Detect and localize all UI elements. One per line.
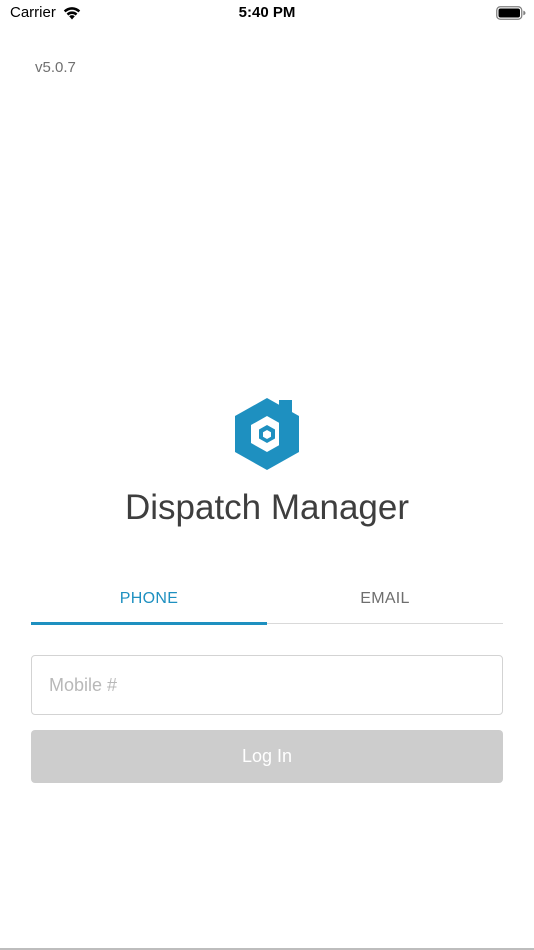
login-screen: Carrier 5:40 PM v5.0.7 Dispatch Manager … bbox=[0, 0, 534, 950]
version-label: v5.0.7 bbox=[35, 59, 76, 76]
status-bar: Carrier 5:40 PM bbox=[0, 0, 534, 28]
dispatch-logo-icon bbox=[235, 398, 299, 470]
login-button[interactable]: Log In bbox=[31, 730, 503, 783]
tab-email[interactable]: EMAIL bbox=[267, 574, 503, 623]
status-time: 5:40 PM bbox=[238, 4, 296, 21]
login-method-tabs: PHONE EMAIL bbox=[31, 574, 503, 625]
battery-icon bbox=[496, 6, 526, 20]
mobile-number-input[interactable] bbox=[31, 655, 503, 715]
tab-phone[interactable]: PHONE bbox=[31, 574, 267, 625]
app-name: Dispatch Manager bbox=[124, 488, 410, 527]
